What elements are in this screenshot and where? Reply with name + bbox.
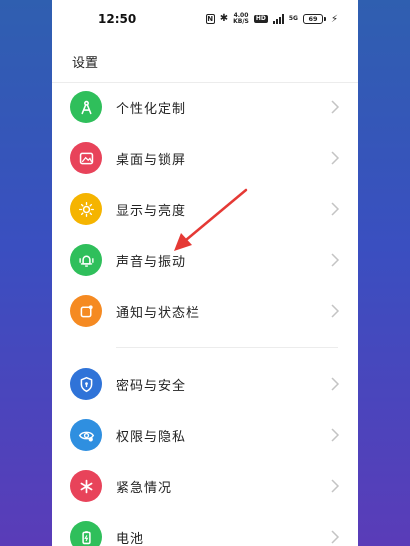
settings-item-notification-statusbar[interactable]: 通知与状态栏 [52, 287, 358, 335]
settings-item-label: 显示与亮度 [116, 203, 187, 219]
chevron-right-icon [331, 304, 340, 318]
status-time: 12:50 [98, 12, 137, 26]
chevron-right-icon [331, 253, 340, 267]
network-type: 5G [288, 15, 298, 22]
chevron-right-icon [331, 151, 340, 165]
phone-screen: 12:50 N ✱ 4.00 KB/S HD 5G 69 ⚡ 设置 个性化定制 … [52, 0, 358, 546]
battery-level: 69 [302, 14, 323, 24]
chevron-right-icon [331, 100, 340, 114]
settings-item-permission-privacy[interactable]: 权限与隐私 [52, 411, 358, 459]
privacy-eye-icon [70, 419, 102, 451]
signal-icon [272, 14, 284, 24]
settings-item-label: 电池 [116, 531, 145, 546]
status-bar: 12:50 N ✱ 4.00 KB/S HD 5G 69 ⚡ [52, 0, 358, 38]
settings-item-display-brightness[interactable]: 显示与亮度 [52, 185, 358, 233]
settings-item-personalization[interactable]: 个性化定制 [52, 83, 358, 131]
settings-item-label: 个性化定制 [116, 101, 187, 117]
notification-icon [70, 295, 102, 327]
battery-tip [323, 17, 326, 21]
settings-item-sound-vibration[interactable]: 声音与振动 [52, 236, 358, 284]
network-speed-unit: KB/S [233, 18, 249, 25]
chevron-right-icon [331, 530, 340, 544]
nfc-icon: N [205, 14, 215, 24]
network-speed: 4.00 KB/S [233, 13, 249, 25]
settings-item-battery[interactable]: 电池 [52, 513, 358, 546]
hd-icon: HD [253, 15, 268, 23]
group-divider [116, 347, 338, 348]
settings-item-label: 声音与振动 [116, 254, 187, 270]
settings-item-emergency[interactable]: 紧急情况 [52, 462, 358, 510]
bell-icon [70, 244, 102, 276]
page-title: 设置 [72, 56, 99, 71]
chevron-right-icon [331, 377, 340, 391]
battery-icon [70, 521, 102, 546]
emergency-icon [70, 470, 102, 502]
settings-item-label: 权限与隐私 [116, 429, 187, 445]
settings-item-label: 紧急情况 [116, 480, 173, 496]
wallpaper-icon [70, 142, 102, 174]
settings-item-label: 通知与状态栏 [116, 305, 201, 321]
chevron-right-icon [331, 428, 340, 442]
battery-indicator: 69 [302, 14, 326, 24]
settings-item-password-security[interactable]: 密码与安全 [52, 360, 358, 408]
shield-icon [70, 368, 102, 400]
personalize-icon [70, 91, 102, 123]
charging-icon: ⚡ [330, 13, 338, 25]
settings-item-desktop-lockscreen[interactable]: 桌面与锁屏 [52, 134, 358, 182]
bluetooth-icon: ✱ [219, 13, 229, 24]
chevron-right-icon [331, 479, 340, 493]
brightness-icon [70, 193, 102, 225]
chevron-right-icon [331, 202, 340, 216]
settings-item-label: 桌面与锁屏 [116, 152, 187, 168]
settings-item-label: 密码与安全 [116, 378, 187, 394]
status-icons: N ✱ 4.00 KB/S HD 5G 69 ⚡ [205, 13, 338, 25]
